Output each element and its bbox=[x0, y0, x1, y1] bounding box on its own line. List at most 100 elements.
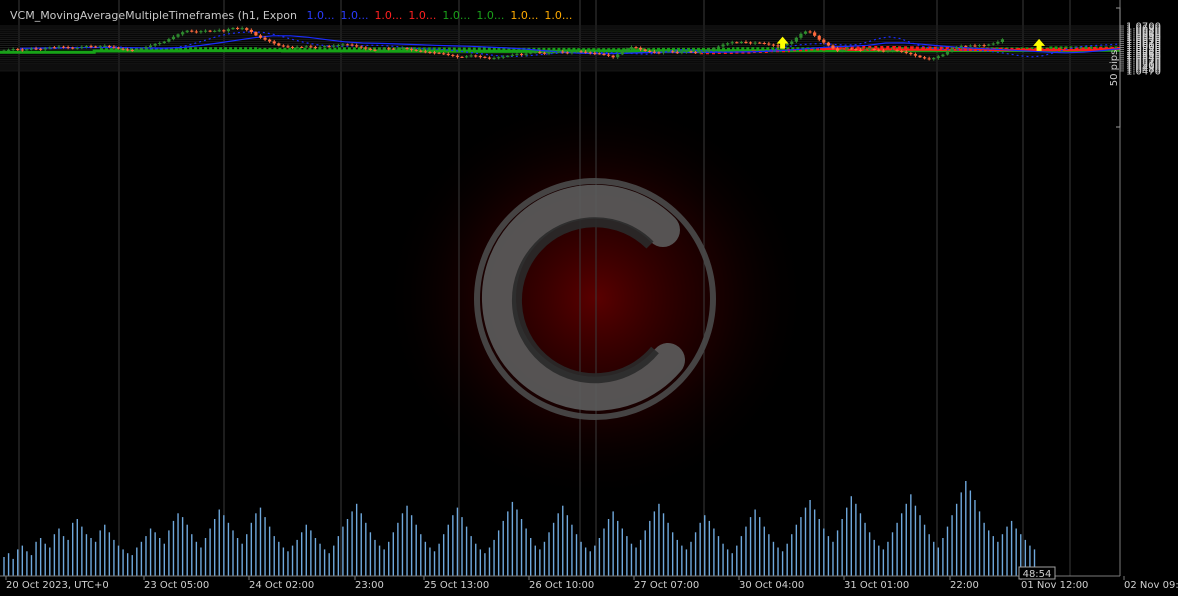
candle bbox=[913, 54, 918, 56]
candle bbox=[355, 45, 359, 47]
candle bbox=[524, 53, 528, 55]
candle bbox=[753, 42, 757, 44]
candle bbox=[497, 57, 501, 59]
candle bbox=[689, 51, 693, 53]
candle bbox=[849, 48, 853, 50]
candle bbox=[300, 46, 304, 48]
candle bbox=[52, 47, 56, 49]
candle bbox=[94, 46, 98, 48]
candle bbox=[721, 44, 725, 47]
candle bbox=[712, 47, 716, 50]
candle bbox=[181, 32, 185, 35]
x-tick-label: 31 Oct 01:00 bbox=[844, 580, 909, 591]
candle bbox=[112, 46, 116, 48]
candle bbox=[483, 56, 487, 58]
candle bbox=[652, 51, 656, 53]
candle bbox=[29, 48, 34, 50]
candle bbox=[148, 45, 153, 48]
candle bbox=[794, 37, 798, 42]
candle bbox=[428, 51, 432, 53]
candle bbox=[34, 48, 38, 50]
candle bbox=[231, 27, 235, 30]
candle bbox=[245, 28, 249, 30]
candle bbox=[813, 32, 817, 36]
candle bbox=[959, 45, 963, 48]
candle bbox=[258, 35, 263, 38]
candle bbox=[414, 49, 418, 51]
candle bbox=[327, 46, 331, 48]
candle bbox=[71, 47, 75, 49]
candle bbox=[217, 30, 221, 32]
candle bbox=[886, 50, 890, 52]
candle bbox=[977, 45, 982, 47]
candle bbox=[48, 47, 52, 49]
x-tick-label: 23:00 bbox=[355, 580, 384, 591]
candle bbox=[387, 48, 391, 50]
candle bbox=[758, 42, 762, 44]
candle bbox=[556, 51, 560, 53]
candle bbox=[625, 48, 629, 51]
indicator-value: 1.0... bbox=[510, 9, 539, 22]
candle bbox=[11, 49, 15, 51]
candle bbox=[900, 50, 904, 52]
countdown-timer: 48:54 bbox=[1023, 569, 1052, 580]
candle bbox=[144, 47, 148, 49]
candle bbox=[666, 51, 670, 53]
candle bbox=[771, 44, 776, 46]
candle bbox=[304, 46, 308, 48]
candle bbox=[831, 45, 835, 49]
candle bbox=[382, 48, 386, 50]
candle bbox=[716, 46, 721, 48]
candle bbox=[359, 46, 363, 48]
candle bbox=[735, 42, 739, 44]
candle bbox=[863, 49, 867, 51]
candle bbox=[817, 35, 821, 40]
candle bbox=[877, 49, 881, 51]
candle bbox=[565, 52, 569, 54]
candle bbox=[43, 48, 47, 50]
indicator-value: 1.0... bbox=[544, 9, 573, 22]
candle bbox=[203, 30, 208, 32]
candle bbox=[162, 41, 166, 43]
indicator-header: VCM_MovingAverageMultipleTimeframes (h1,… bbox=[10, 9, 572, 22]
candle bbox=[845, 48, 849, 50]
candle bbox=[936, 56, 940, 59]
candle bbox=[602, 53, 606, 55]
candle bbox=[657, 52, 661, 54]
candle bbox=[75, 47, 79, 49]
candle bbox=[185, 30, 189, 33]
candle bbox=[350, 44, 354, 46]
candle bbox=[336, 44, 340, 46]
candle bbox=[116, 47, 121, 49]
candle bbox=[606, 54, 611, 56]
candle bbox=[822, 39, 826, 43]
indicator-value: 1.0... bbox=[476, 9, 505, 22]
candle bbox=[968, 45, 972, 47]
candle bbox=[739, 42, 743, 44]
candle bbox=[762, 42, 766, 44]
candle bbox=[982, 45, 986, 47]
candle bbox=[639, 47, 643, 50]
candle bbox=[552, 52, 556, 54]
candle bbox=[455, 55, 460, 57]
chart-area[interactable]: 1.0700 1.0690 1.0680 1.0670 1.0660 1.0650 1.06… bbox=[0, 0, 1178, 592]
candle bbox=[858, 49, 863, 51]
candle bbox=[909, 52, 913, 55]
candle bbox=[538, 52, 542, 54]
x-tick-label: 02 Nov 09:00 bbox=[1124, 580, 1178, 591]
candle bbox=[423, 51, 427, 53]
indicator-title: VCM_MovingAverageMultipleTimeframes (h1,… bbox=[10, 9, 297, 22]
candle bbox=[222, 30, 226, 32]
x-tick-label: 24 Oct 02:00 bbox=[249, 580, 314, 591]
candle bbox=[437, 52, 441, 54]
candle bbox=[661, 51, 666, 53]
candle bbox=[964, 45, 968, 47]
candle bbox=[135, 49, 139, 51]
candle bbox=[332, 45, 336, 47]
candle bbox=[474, 55, 478, 57]
candle bbox=[130, 50, 134, 52]
chart-canvas[interactable]: 1.07001.06901.06801.06701.06601.06501.06… bbox=[0, 0, 1178, 592]
candle bbox=[176, 34, 180, 37]
candle bbox=[442, 53, 446, 55]
candle bbox=[629, 47, 634, 49]
